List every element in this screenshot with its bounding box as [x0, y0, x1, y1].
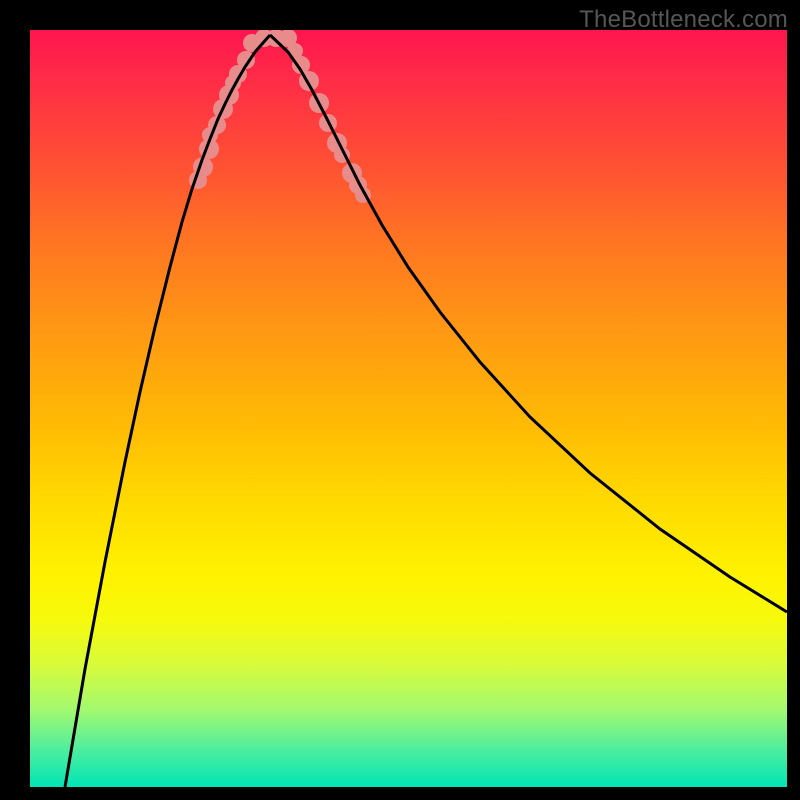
curve-layer [30, 30, 787, 787]
chart-frame: TheBottleneck.com [0, 0, 800, 800]
plot-area [30, 30, 787, 787]
curve-left-branch [65, 35, 270, 787]
marker-points [189, 30, 371, 203]
curve-right-branch [270, 35, 787, 612]
